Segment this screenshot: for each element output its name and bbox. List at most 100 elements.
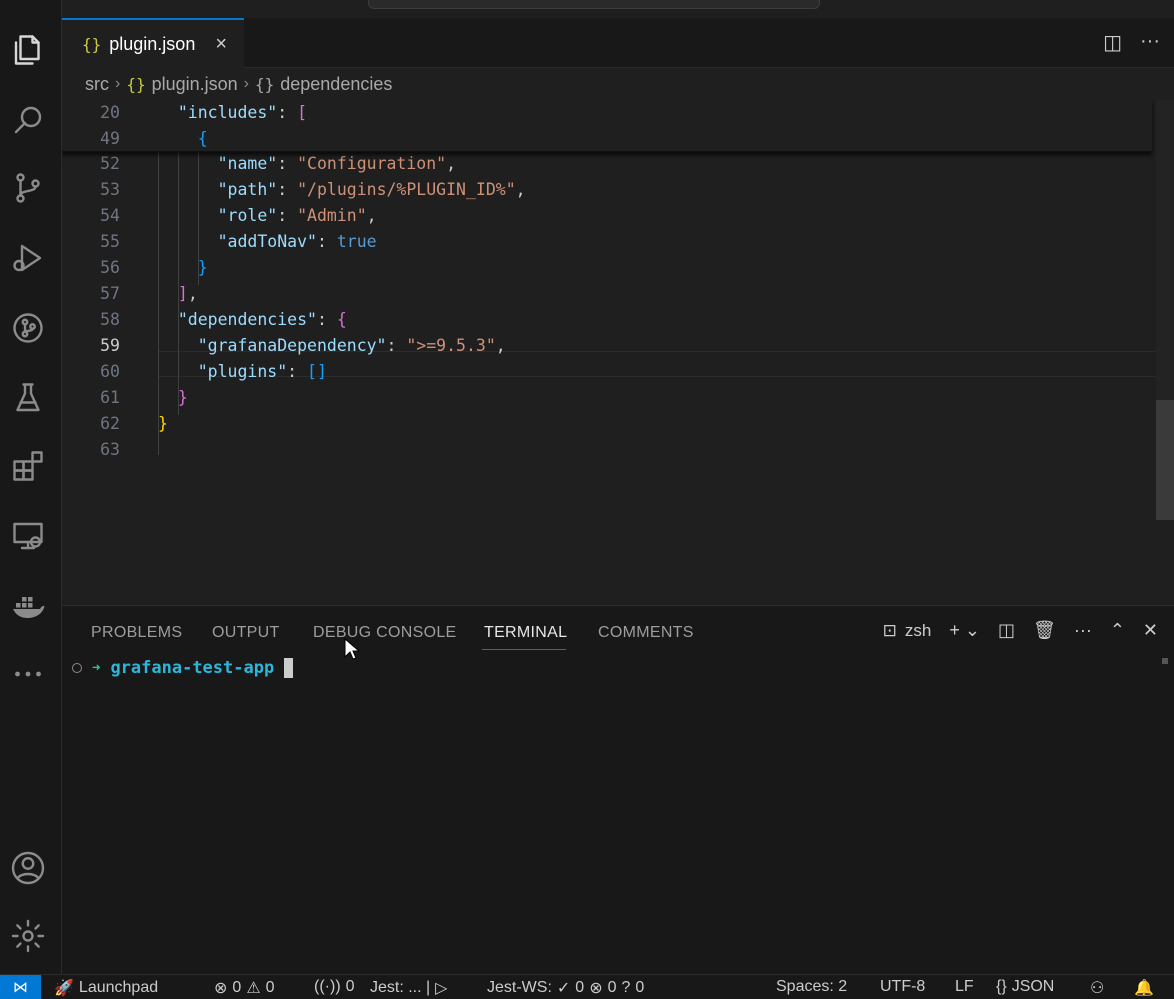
command-center[interactable] bbox=[368, 0, 820, 9]
settings-gear-icon[interactable] bbox=[8, 916, 48, 956]
launchpad-item[interactable]: 🚀 Launchpad bbox=[54, 978, 158, 998]
prompt-arrow-icon: ➜ bbox=[92, 660, 101, 676]
line-number: 62 bbox=[100, 414, 120, 433]
code-text: "name": "Configuration", bbox=[217, 154, 457, 173]
tab-label: plugin.json bbox=[109, 33, 196, 54]
code-editor[interactable]: 51 "icon": "cog",52 "name": "Configurati… bbox=[62, 100, 1174, 605]
line-number: 52 bbox=[100, 154, 120, 173]
code-line[interactable]: 57 ], bbox=[62, 281, 1152, 307]
breadcrumb-src[interactable]: src bbox=[85, 74, 109, 95]
activity-bar bbox=[0, 0, 62, 974]
problems-item[interactable]: ⊗ 0 ⚠ 0 bbox=[214, 978, 275, 998]
more-icon[interactable] bbox=[8, 654, 48, 694]
remote-explorer-icon[interactable] bbox=[8, 516, 48, 556]
indentation-item[interactable]: Spaces: 2 bbox=[776, 978, 847, 996]
code-line[interactable]: 53 "path": "/plugins/%PLUGIN_ID%", bbox=[62, 177, 1152, 203]
line-number: 20 bbox=[100, 103, 120, 122]
code-line[interactable]: 55 "addToNav": true bbox=[62, 229, 1152, 255]
command-decoration-icon bbox=[72, 663, 82, 673]
play-icon[interactable]: ▷ bbox=[435, 978, 447, 998]
remote-indicator-icon[interactable]: ⋈ bbox=[0, 974, 41, 999]
code-text: { bbox=[197, 129, 208, 148]
breadcrumb-plugin-json[interactable]: plugin.json bbox=[152, 74, 238, 95]
chevron-right-icon: › bbox=[115, 75, 121, 92]
split-terminal-icon[interactable]: ◫ bbox=[998, 620, 1015, 641]
shell-name: zsh bbox=[904, 620, 932, 640]
code-text: } bbox=[197, 258, 208, 277]
object-braces-icon: {} bbox=[254, 74, 275, 94]
close-panel-icon[interactable]: ✕ bbox=[1143, 620, 1158, 641]
tab-output[interactable]: OUTPUT bbox=[212, 624, 280, 642]
line-number: 55 bbox=[100, 232, 120, 251]
jest-item[interactable]: Jest: ... | ▷ bbox=[370, 978, 447, 998]
git-graph-icon[interactable] bbox=[8, 308, 48, 348]
copilot-icon[interactable]: ⚇ bbox=[1090, 978, 1104, 998]
check-circle-icon: ✓ bbox=[556, 980, 571, 997]
new-terminal-plus-icon[interactable]: + ⌄ bbox=[949, 620, 980, 641]
editor-scroll-thumb[interactable] bbox=[1156, 400, 1174, 520]
broadcast-icon: ((·)) bbox=[314, 978, 341, 995]
breadcrumb-dependencies[interactable]: dependencies bbox=[280, 74, 392, 95]
maximize-panel-icon[interactable]: ⌃ bbox=[1110, 620, 1125, 641]
line-number: 57 bbox=[100, 284, 120, 303]
tab-debug-console[interactable]: DEBUG CONSOLE bbox=[313, 624, 457, 642]
line-number: 63 bbox=[100, 440, 120, 459]
code-line[interactable]: 56 } bbox=[62, 255, 1152, 281]
bottom-panel: PROBLEMS OUTPUT DEBUG CONSOLE TERMINAL C… bbox=[62, 605, 1174, 974]
docker-icon[interactable] bbox=[8, 586, 48, 626]
ports-item[interactable]: ((·)) 0 bbox=[314, 978, 355, 996]
run-debug-icon[interactable] bbox=[8, 238, 48, 278]
language-item[interactable]: {} JSON bbox=[996, 978, 1054, 996]
json-braces-icon: {} bbox=[126, 74, 146, 94]
more-actions-icon[interactable]: ··· bbox=[1140, 30, 1160, 55]
error-icon: ⊗ bbox=[589, 980, 603, 997]
jest-ws-item[interactable]: Jest-WS: ✓ 0 ⊗ 0 ? 0 bbox=[487, 978, 644, 998]
code-line[interactable]: 61 } bbox=[62, 385, 1152, 411]
chevron-right-icon: › bbox=[243, 75, 249, 92]
source-control-icon[interactable] bbox=[8, 168, 48, 208]
jest-ws-pass: 0 bbox=[575, 979, 585, 996]
search-icon[interactable] bbox=[8, 100, 48, 140]
terminal-cursor bbox=[284, 658, 294, 678]
more-actions-icon[interactable]: ··· bbox=[1074, 620, 1092, 641]
line-number: 59 bbox=[100, 336, 120, 355]
terminal-shell-selector[interactable]: ⊡ zsh bbox=[883, 621, 932, 641]
trash-icon[interactable]: 🗑 bbox=[1033, 620, 1056, 641]
rocket-icon: 🚀 bbox=[54, 980, 74, 997]
code-line[interactable]: 49 { bbox=[62, 126, 1152, 152]
tab-terminal[interactable]: TERMINAL bbox=[484, 624, 567, 642]
extensions-icon[interactable] bbox=[8, 446, 48, 486]
bell-icon[interactable]: 🔔 bbox=[1134, 978, 1154, 998]
close-icon[interactable]: × bbox=[215, 33, 227, 56]
split-editor-icon[interactable]: ◫ bbox=[1103, 30, 1122, 55]
jest-ws-label: Jest-WS: bbox=[487, 979, 552, 996]
code-line[interactable]: 20 "includes": [ bbox=[62, 100, 1152, 126]
jest-label: Jest: ... | bbox=[370, 979, 431, 996]
account-icon[interactable] bbox=[8, 848, 48, 888]
indent-guide bbox=[178, 125, 179, 415]
code-line[interactable]: 59 "grafanaDependency": ">=9.5.3", bbox=[62, 333, 1152, 359]
terminal-output[interactable]: ➜ grafana-test-app bbox=[72, 658, 294, 678]
warning-count: 0 bbox=[265, 979, 275, 996]
code-line[interactable]: 52 "name": "Configuration", bbox=[62, 151, 1152, 177]
code-line[interactable]: 54 "role": "Admin", bbox=[62, 203, 1152, 229]
code-text: "path": "/plugins/%PLUGIN_ID%", bbox=[217, 180, 526, 199]
code-text: "includes": [ bbox=[177, 103, 308, 122]
testing-flask-icon[interactable] bbox=[8, 378, 48, 418]
warning-icon: ⚠ bbox=[246, 980, 261, 997]
tab-problems[interactable]: PROBLEMS bbox=[91, 624, 182, 642]
code-line[interactable]: 58 "dependencies": { bbox=[62, 307, 1152, 333]
encoding-item[interactable]: UTF-8 bbox=[880, 978, 925, 996]
editor-actions: ◫ ··· bbox=[1103, 30, 1160, 55]
language-label: JSON bbox=[1011, 978, 1055, 995]
tab-plugin-json[interactable]: {} plugin.json × bbox=[62, 18, 244, 68]
line-number: 58 bbox=[100, 310, 120, 329]
code-line[interactable]: 63 bbox=[62, 437, 1152, 463]
tab-comments[interactable]: COMMENTS bbox=[598, 624, 694, 642]
code-line[interactable]: 60 "plugins": [] bbox=[62, 359, 1152, 385]
terminal-scrollbar[interactable] bbox=[1162, 658, 1168, 664]
code-line[interactable]: 62} bbox=[62, 411, 1152, 437]
explorer-icon[interactable] bbox=[8, 30, 48, 70]
eol-item[interactable]: LF bbox=[955, 978, 974, 996]
sticky-scroll-header[interactable]: 20 "includes": [49 { bbox=[62, 100, 1152, 152]
